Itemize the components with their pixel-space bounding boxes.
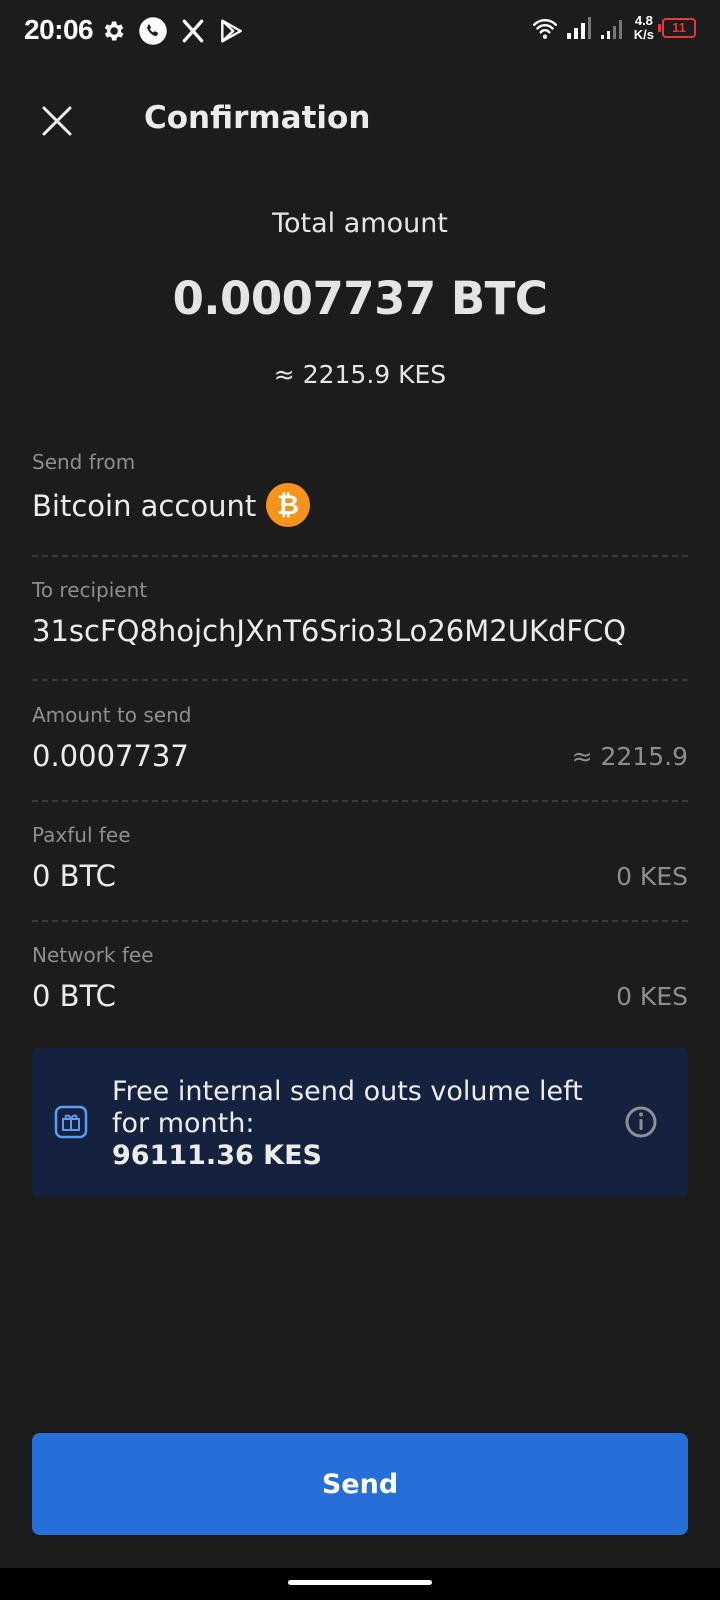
divider bbox=[32, 679, 688, 681]
network-fee-value: 0 BTC bbox=[32, 979, 116, 1013]
free-volume-info-box: Free internal send outs volume left for … bbox=[32, 1048, 688, 1196]
play-store-icon bbox=[221, 19, 242, 43]
recipient-address: 31scFQ8hojchJXnT6Srio3Lo26M2UKdFCQ bbox=[32, 614, 627, 648]
send-from-account-name: Bitcoin account bbox=[32, 489, 257, 523]
page-title: Confirmation bbox=[144, 100, 371, 136]
battery-level: 11 bbox=[672, 20, 686, 35]
paxful-fee-value: 0 BTC bbox=[32, 859, 116, 893]
paxful-fee-label: Paxful fee bbox=[32, 823, 131, 847]
system-icons: 4.8 K/s 11 bbox=[532, 14, 696, 42]
recipient-label: To recipient bbox=[32, 578, 148, 602]
network-fee-section: Network fee 0 BTC 0 KES bbox=[32, 941, 688, 1013]
amount-label: Amount to send bbox=[32, 703, 192, 727]
x-icon bbox=[182, 19, 204, 43]
status-time: 20:06 bbox=[24, 14, 94, 45]
send-button[interactable]: Send bbox=[32, 1433, 688, 1535]
gear-icon bbox=[104, 21, 124, 41]
total-amount-value: 0.0007737 BTC bbox=[172, 272, 548, 325]
bitcoin-icon: ₿ bbox=[266, 483, 311, 527]
signal-icon bbox=[600, 20, 622, 39]
send-from-section: Send from Bitcoin account ₿ bbox=[32, 448, 688, 530]
free-volume-value: 96111.36 KES bbox=[112, 1140, 322, 1171]
whatsapp-icon bbox=[139, 17, 167, 45]
network-speed-value: 4.8 bbox=[634, 13, 653, 28]
status-bar: 20:06 4.8 K/s 11 bbox=[0, 0, 720, 66]
divider bbox=[32, 920, 688, 922]
wifi-icon bbox=[532, 19, 557, 39]
divider bbox=[32, 800, 688, 802]
divider bbox=[32, 555, 688, 557]
free-volume-text: Free internal send outs volume left for … bbox=[112, 1076, 612, 1172]
paxful-fee-section: Paxful fee 0 BTC 0 KES bbox=[32, 821, 688, 893]
signal-icon bbox=[566, 17, 591, 39]
battery-icon: 11 bbox=[658, 18, 696, 38]
notification-icons bbox=[100, 16, 244, 46]
svg-text:₿: ₿ bbox=[277, 490, 299, 521]
amount-fiat: ≈ 2215.9 bbox=[571, 741, 688, 771]
network-speed: 4.8 K/s bbox=[634, 14, 654, 42]
total-amount-fiat: ≈ 2215.9 KES bbox=[273, 360, 447, 389]
network-speed-unit: K/s bbox=[633, 27, 654, 42]
total-amount-label: Total amount bbox=[272, 208, 448, 239]
gift-icon bbox=[54, 1105, 88, 1139]
recipient-section: To recipient 31scFQ8hojchJXnT6Srio3Lo26M… bbox=[32, 576, 688, 648]
close-icon bbox=[42, 106, 72, 136]
amount-section: Amount to send 0.0007737 ≈ 2215.9 bbox=[32, 701, 688, 773]
home-indicator[interactable] bbox=[288, 1580, 432, 1585]
network-fee-label: Network fee bbox=[32, 943, 154, 967]
free-volume-description: Free internal send outs volume left for … bbox=[112, 1076, 583, 1139]
send-from-value: Bitcoin account ₿ bbox=[32, 483, 311, 530]
send-from-label: Send from bbox=[32, 450, 136, 474]
info-icon[interactable] bbox=[624, 1105, 658, 1139]
navigation-bar bbox=[0, 1568, 720, 1600]
network-fee-fiat: 0 KES bbox=[616, 981, 688, 1011]
paxful-fee-fiat: 0 KES bbox=[616, 861, 688, 891]
close-button[interactable] bbox=[32, 96, 82, 146]
header: Confirmation bbox=[0, 76, 720, 166]
amount-value: 0.0007737 bbox=[32, 739, 189, 773]
